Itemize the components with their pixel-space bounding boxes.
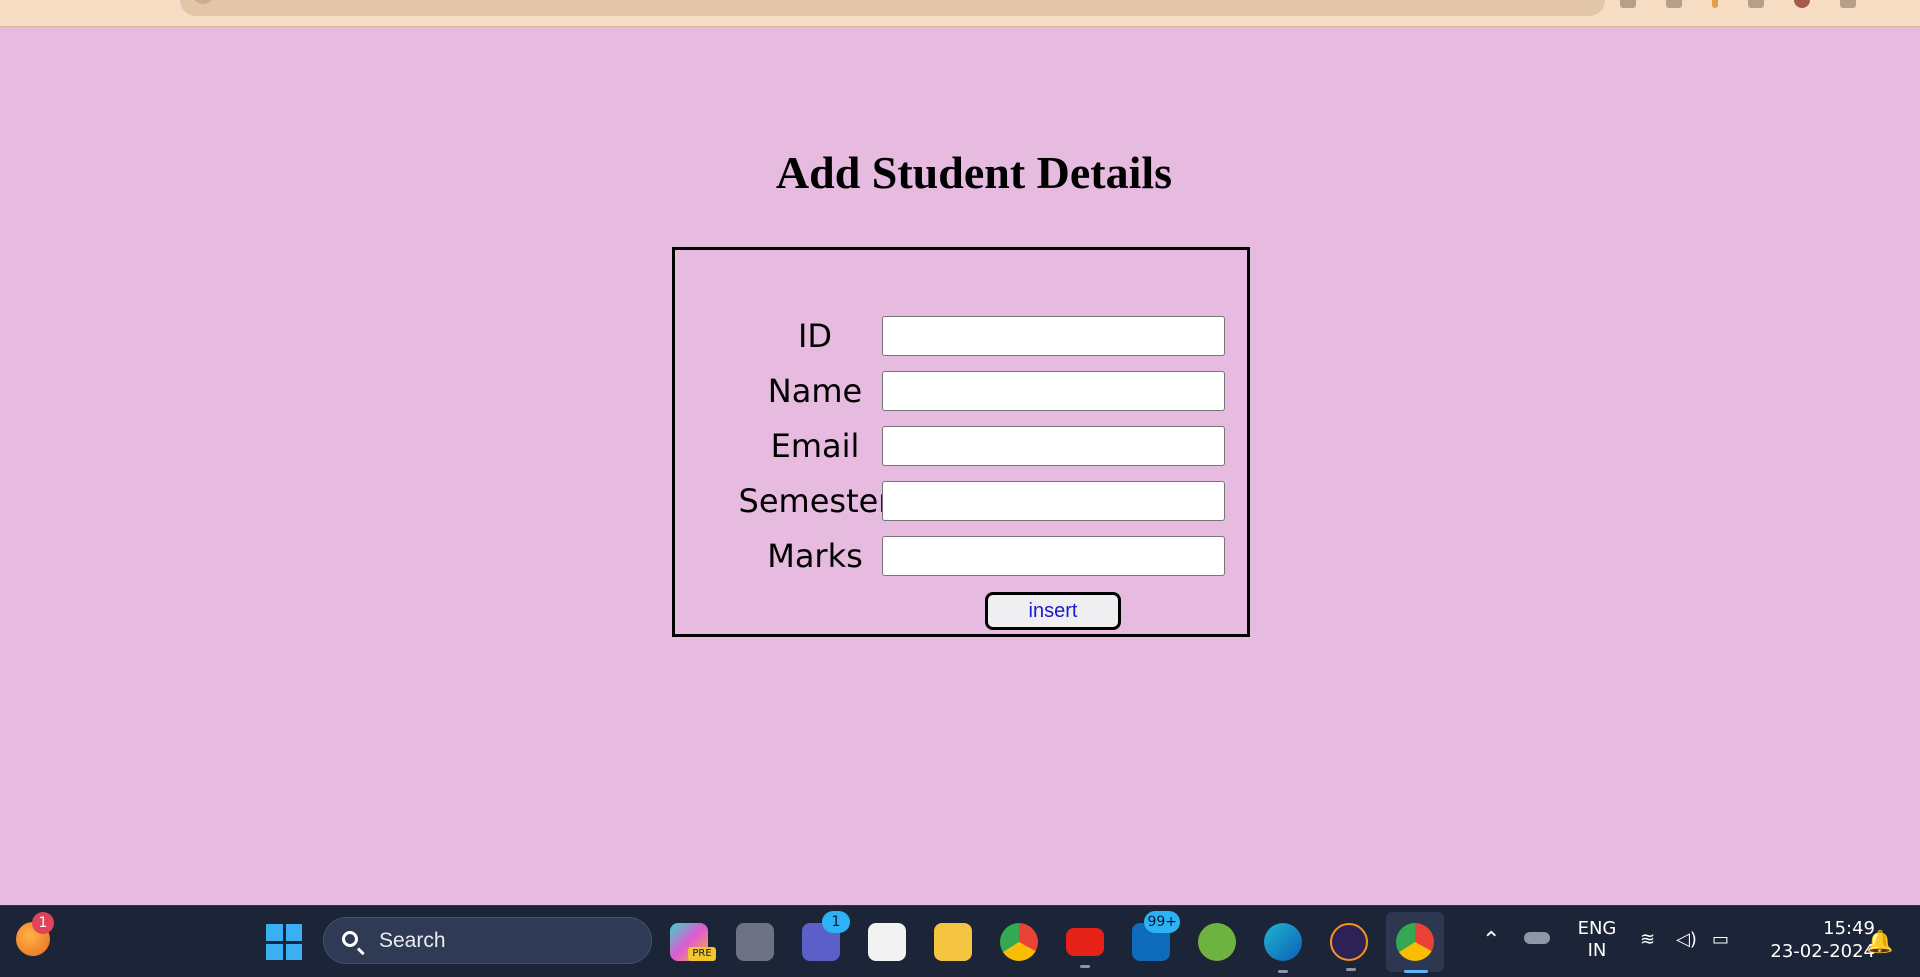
name-field[interactable] (882, 371, 1225, 411)
clock-date: 23-02-2024 (1770, 941, 1875, 962)
system-tray: ≋ ◁) ▭ (1640, 930, 1734, 950)
chrome-profile-icon[interactable] (1396, 923, 1434, 973)
widgets-icon[interactable]: 1 (16, 912, 54, 956)
clock[interactable]: 15:49 23-02-2024 (1755, 917, 1875, 963)
page-title: Add Student Details (775, 147, 1173, 198)
file-explorer-icon[interactable] (934, 923, 972, 961)
menu-icon[interactable] (1840, 0, 1856, 8)
teams-badge: 1 (822, 911, 850, 933)
site-info-icon[interactable] (192, 0, 214, 4)
edge-icon[interactable] (1264, 923, 1302, 973)
language-indicator[interactable]: ENG IN (1572, 918, 1622, 962)
show-hidden-icons-chevron-icon[interactable]: ⌃ (1482, 928, 1500, 953)
tab-search-icon[interactable] (1666, 0, 1682, 8)
windows-start-icon[interactable] (266, 924, 302, 960)
bookmark-icon[interactable] (1712, 0, 1718, 8)
email-field[interactable] (882, 426, 1225, 466)
id-field[interactable] (882, 316, 1225, 356)
teams-icon[interactable]: 1 (802, 911, 850, 961)
address-bar[interactable]: ✕ (180, 0, 1605, 16)
semester-field[interactable] (882, 481, 1225, 521)
taskbar-search[interactable]: Search (323, 917, 652, 964)
search-placeholder: Search (379, 929, 446, 952)
form-row-id: ID (675, 316, 1253, 356)
copilot-icon[interactable]: PRE (670, 923, 716, 961)
volume-icon[interactable]: ◁) (1676, 930, 1698, 950)
browser-actions (1620, 0, 1856, 8)
chrome-icon[interactable] (1000, 923, 1038, 961)
battery-icon[interactable]: ▭ (1712, 930, 1734, 950)
form-row-marks: Marks (675, 536, 1253, 576)
copilot-pre-badge: PRE (688, 947, 716, 961)
eclipse-running-indicator (1346, 968, 1356, 971)
youtube-icon[interactable] (1066, 928, 1104, 968)
onedrive-icon[interactable] (1524, 932, 1550, 944)
marks-field[interactable] (882, 536, 1225, 576)
clock-time: 15:49 (1823, 918, 1875, 939)
language-line1: ENG (1577, 918, 1617, 939)
sidebar-icon[interactable] (1748, 0, 1764, 8)
widgets-badge: 1 (32, 912, 54, 934)
chrome-active-indicator (1404, 970, 1428, 973)
taskbar: 1 Search PRE 1 99+ ⌃ ENG IN ≋ ◁) ▭ 15:49… (0, 905, 1920, 977)
profile-avatar[interactable] (1794, 0, 1810, 8)
insert-button[interactable]: insert (985, 592, 1121, 630)
extension-icon[interactable] (1620, 0, 1636, 8)
wifi-icon[interactable]: ≋ (1640, 930, 1662, 950)
student-form: ID Name Email Semester Marks insert (672, 247, 1250, 637)
browser-toolbar: ✕ (0, 0, 1920, 27)
spring-tool-suite-icon[interactable] (1198, 923, 1236, 961)
microsoft-store-icon[interactable] (868, 923, 906, 961)
youtube-running-indicator (1080, 965, 1090, 968)
outlook-badge: 99+ (1144, 911, 1180, 933)
form-row-email: Email (675, 426, 1253, 466)
outlook-icon[interactable]: 99+ (1132, 911, 1180, 961)
form-row-semester: Semester (675, 481, 1253, 521)
notifications-bell-icon[interactable]: 🔔 (1866, 930, 1893, 955)
clear-icon[interactable]: ✕ (1569, 0, 1579, 4)
form-row-name: Name (675, 371, 1253, 411)
eclipse-icon[interactable] (1330, 923, 1368, 971)
search-icon (342, 931, 358, 947)
task-view-icon[interactable] (736, 923, 774, 961)
edge-running-indicator (1278, 970, 1288, 973)
language-line2: IN (1587, 940, 1607, 961)
